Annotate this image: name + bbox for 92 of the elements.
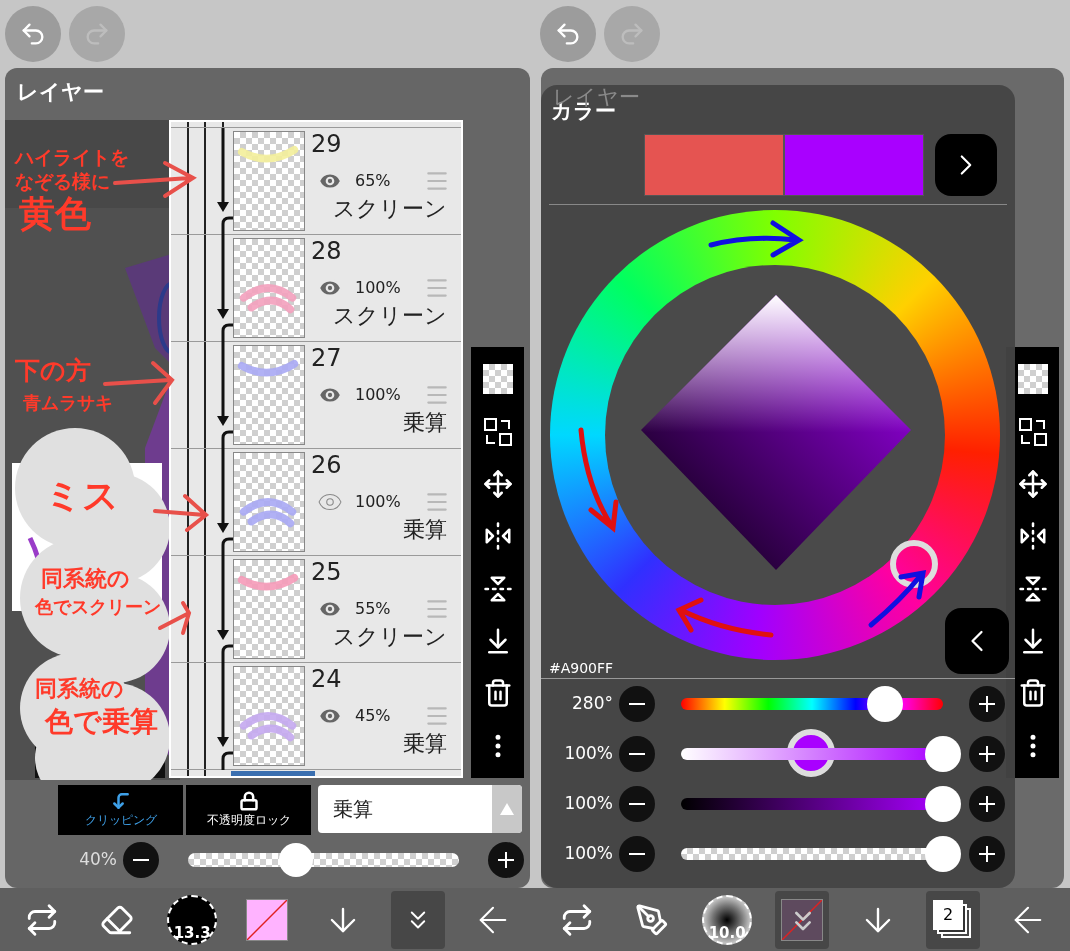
minus-button[interactable]: [123, 842, 159, 878]
blend-mode-select[interactable]: 乗算: [318, 785, 522, 833]
layer-opacity: 100%: [355, 384, 401, 406]
blend-mode-label: 乗算: [403, 733, 447, 755]
minus-icon: [629, 853, 645, 855]
handwritten-note: ハイライトを: [15, 148, 129, 167]
move-icon[interactable]: [1017, 468, 1048, 499]
layer-number: 26: [311, 453, 342, 477]
layer-opacity: 55%: [355, 598, 391, 620]
handwritten-note: 青ムラサキ: [23, 394, 113, 412]
layer-number: 27: [311, 346, 342, 370]
slider-reading: 100%: [563, 792, 613, 816]
copy-layer-icon[interactable]: [482, 416, 513, 447]
blend-mode-label: 乗算: [403, 519, 447, 541]
handwritten-note: ミス: [45, 478, 119, 514]
lock-icon: [238, 791, 259, 811]
layer-number: 25: [311, 560, 342, 584]
minus-icon: [133, 859, 149, 861]
copy-layer-icon[interactable]: [1017, 416, 1048, 447]
minus-icon: [629, 803, 645, 805]
undo-button[interactable]: [5, 6, 61, 62]
toolbar-button[interactable]: 2: [926, 890, 981, 949]
alpha-lock-button[interactable]: 不透明度ロック: [186, 785, 311, 835]
opacity-reading: 40%: [78, 848, 117, 872]
transparent-fill-icon[interactable]: [482, 364, 513, 395]
toolbar-button[interactable]: [391, 890, 446, 949]
layer-row[interactable]: 28 100% スクリーン: [171, 235, 461, 342]
toolbar-button[interactable]: [775, 890, 830, 949]
blend-mode-label: スクリーン: [333, 198, 447, 220]
layer-opacity: 45%: [355, 705, 391, 727]
color-swatch[interactable]: [644, 133, 784, 196]
layer-row[interactable]: 25 55% スクリーン: [171, 556, 461, 663]
plus-button[interactable]: [969, 736, 1005, 772]
plus-button[interactable]: [969, 686, 1005, 722]
flip-vertical-icon[interactable]: [1017, 573, 1048, 604]
layer-row[interactable]: 24 45% 乗算: [171, 663, 461, 770]
hex-value: #A900FF: [549, 661, 614, 678]
handwritten-note: 色でスクリーン: [35, 598, 161, 616]
handwritten-note: 同系統の: [35, 678, 124, 700]
layer-number: 24: [311, 667, 342, 691]
slider-reading: 100%: [563, 742, 613, 766]
blend-mode-label: スクリーン: [333, 626, 447, 648]
handwritten-note: 黄色: [19, 196, 91, 232]
color-swatch[interactable]: [784, 133, 924, 196]
plus-icon: [978, 795, 996, 813]
pen-icon: [634, 902, 669, 937]
minus-button[interactable]: [619, 836, 655, 872]
clipping-button[interactable]: クリッピング: [58, 785, 183, 835]
hand-drawn-arrow: [868, 570, 926, 628]
handwritten-note: なぞる様に: [15, 172, 110, 191]
flip-vertical-icon[interactable]: [482, 573, 513, 604]
hand-drawn-arrow: [158, 601, 192, 635]
slider-thumb[interactable]: [867, 686, 904, 722]
plus-icon: [978, 695, 996, 713]
triangle-up-icon: [500, 803, 514, 815]
slider-thumb[interactable]: [925, 736, 961, 772]
plus-icon: [497, 851, 515, 869]
layer-row[interactable]: 29 65% スクリーン: [171, 128, 461, 235]
layer-row[interactable]: 27 100% 乗算: [171, 342, 461, 449]
minus-button[interactable]: [619, 686, 655, 722]
blend-mode-label: スクリーン: [333, 305, 447, 327]
minus-icon: [629, 753, 645, 755]
plus-button[interactable]: [488, 842, 524, 878]
layer-opacity: 65%: [355, 170, 391, 192]
clip-arrow-icon: [110, 791, 131, 811]
layer-opacity: 100%: [355, 491, 401, 513]
layer-row[interactable]: 26 100% 乗算: [171, 449, 461, 556]
plus-icon: [978, 845, 996, 863]
handwritten-note: 下の方: [15, 358, 91, 383]
minus-button[interactable]: [619, 736, 655, 772]
hand-drawn-arrow: [153, 494, 210, 532]
slider-thumb[interactable]: [279, 843, 314, 877]
slider-reading: 280°: [571, 692, 613, 716]
layer-opacity: 100%: [355, 277, 401, 299]
layer-number: 29: [311, 132, 342, 156]
plus-button[interactable]: [969, 786, 1005, 822]
plus-button[interactable]: [969, 836, 1005, 872]
layer-number: 28: [311, 239, 342, 263]
undo-button[interactable]: [540, 6, 596, 62]
transparent-fill-icon[interactable]: [1017, 364, 1048, 395]
slider-reading: 100%: [563, 842, 613, 866]
minus-button[interactable]: [619, 786, 655, 822]
slider-thumb[interactable]: [925, 836, 961, 872]
minus-icon: [629, 703, 645, 705]
handwritten-note: 色で乗算: [45, 708, 158, 736]
blend-mode-label: 乗算: [403, 412, 447, 434]
plus-icon: [978, 745, 996, 763]
slider-thumb[interactable]: [925, 786, 961, 822]
color-picker-handle[interactable]: [890, 540, 938, 588]
panel-title: レイヤー: [17, 80, 104, 104]
handwritten-note: 同系統の: [41, 568, 130, 590]
move-icon[interactable]: [482, 468, 513, 499]
